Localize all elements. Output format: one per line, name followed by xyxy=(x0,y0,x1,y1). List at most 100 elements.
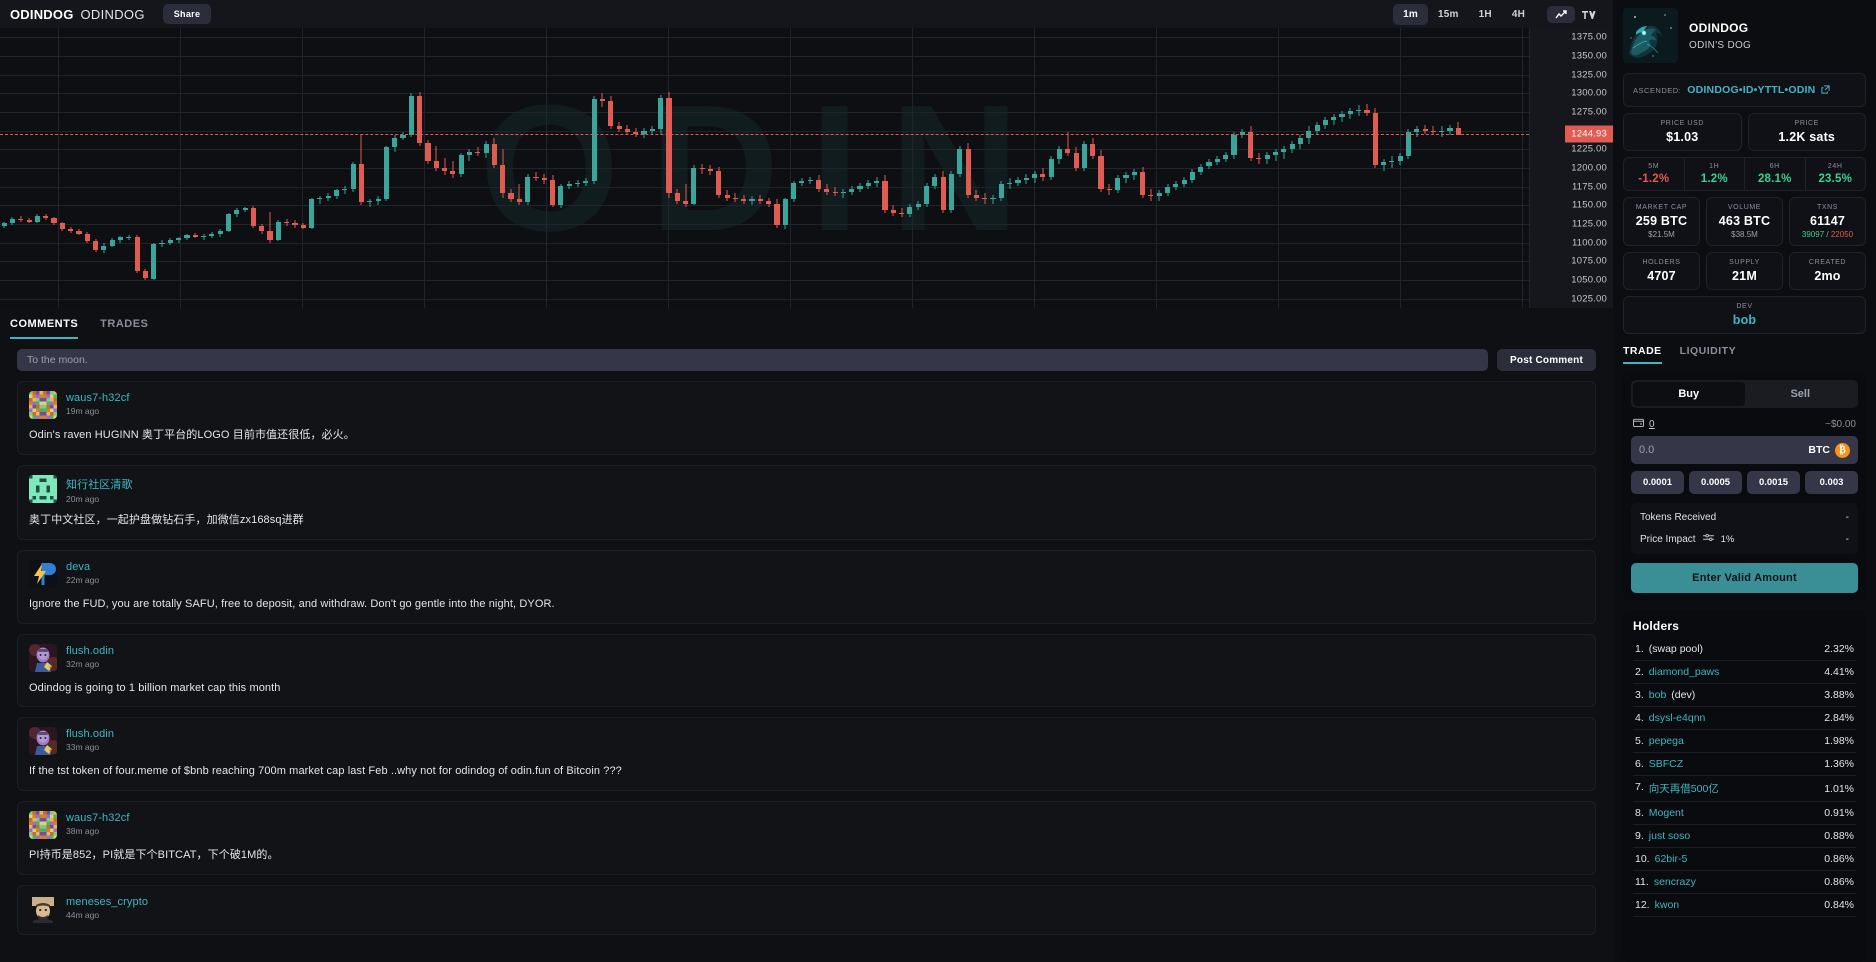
holder-percent: 2.32% xyxy=(1824,643,1854,655)
preset-0.0005[interactable]: 0.0005 xyxy=(1689,471,1742,494)
holder-row[interactable]: 4.dsysl-e4qnn2.84% xyxy=(1633,707,1856,730)
ascended-value[interactable]: ODINDOG•ID•YTTL•ODIN xyxy=(1687,84,1815,96)
balance-usd: ~$0.00 xyxy=(1825,419,1856,430)
holder-percent: 0.86% xyxy=(1824,876,1854,888)
holder-name[interactable]: Mogent xyxy=(1649,807,1684,819)
preset-0.0001[interactable]: 0.0001 xyxy=(1631,471,1684,494)
holder-name[interactable]: pepega xyxy=(1649,735,1684,747)
holder-row[interactable]: 12.kwon0.84% xyxy=(1633,894,1856,917)
holder-row[interactable]: 6.SBFCZ1.36% xyxy=(1633,753,1856,776)
sell-tab[interactable]: Sell xyxy=(1745,382,1857,406)
interval-1m[interactable]: 1m xyxy=(1393,4,1428,25)
holder-name[interactable]: bob xyxy=(1649,689,1667,701)
wallet-balance[interactable]: 0 xyxy=(1633,418,1655,430)
candle xyxy=(749,28,754,308)
candle xyxy=(367,28,372,308)
candle xyxy=(558,28,563,308)
avatar xyxy=(29,475,57,503)
comment-username[interactable]: waus7-h32cf xyxy=(66,392,129,404)
preset-0.003[interactable]: 0.003 xyxy=(1805,471,1858,494)
interval-15m[interactable]: 15m xyxy=(1428,4,1469,25)
chart-plot-area[interactable]: ODIN xyxy=(0,28,1529,308)
comment-meta: meneses_crypto44m ago xyxy=(66,895,148,920)
holder-row[interactable]: 8.Mogent0.91% xyxy=(1633,802,1856,825)
candle xyxy=(425,28,430,308)
stat-created: CREATED 2mo xyxy=(1789,252,1866,290)
holder-row[interactable]: 7.向天再借500亿1.01% xyxy=(1633,776,1856,802)
price-tick: 1225.00 xyxy=(1571,144,1607,155)
candle xyxy=(276,28,281,308)
comment-header: flush.odin33m ago xyxy=(29,727,1584,755)
currency-selector[interactable]: BTC ₿ xyxy=(1808,443,1850,458)
holder-name[interactable]: dsysl-e4qnn xyxy=(1649,712,1706,724)
comment-username[interactable]: deva xyxy=(66,561,99,573)
ascended-row[interactable]: ASCENDED: ODINDOG•ID•YTTL•ODIN xyxy=(1623,73,1866,107)
submit-trade-button[interactable]: Enter Valid Amount xyxy=(1631,563,1858,593)
candle xyxy=(226,28,231,308)
external-link-icon[interactable] xyxy=(1821,81,1830,99)
candle xyxy=(118,28,123,308)
holder-name[interactable]: 62bir-5 xyxy=(1655,853,1688,865)
candle xyxy=(833,28,838,308)
tab-comments[interactable]: COMMENTS xyxy=(10,318,78,339)
holder-name[interactable]: diamond_paws xyxy=(1649,666,1720,678)
comments-list[interactable]: waus7-h32cf19m agoOdin's raven HUGINN 奥丁… xyxy=(0,381,1613,962)
holder-name[interactable]: 向天再借500亿 xyxy=(1649,781,1719,796)
candle xyxy=(974,28,979,308)
candle xyxy=(259,28,264,308)
comment-username[interactable]: flush.odin xyxy=(66,728,114,740)
candle xyxy=(1015,28,1020,308)
holders-panel: Holders 1.(swap pool)2.32%2.diamond_paws… xyxy=(1623,610,1866,962)
buy-tab[interactable]: Buy xyxy=(1633,382,1745,406)
dev-name[interactable]: bob xyxy=(1628,313,1861,327)
line-chart-icon[interactable] xyxy=(1547,6,1575,23)
interval-4H[interactable]: 4H xyxy=(1502,4,1535,25)
candle xyxy=(1389,28,1394,308)
comment-username[interactable]: meneses_crypto xyxy=(66,896,148,908)
holder-name[interactable]: kwon xyxy=(1655,899,1680,911)
comment-username[interactable]: waus7-h32cf xyxy=(66,812,129,824)
candle xyxy=(126,28,131,308)
amount-input[interactable]: 0.0 xyxy=(1639,444,1654,456)
candle xyxy=(666,28,671,308)
holder-percent: 1.36% xyxy=(1824,758,1854,770)
panel-tab-liquidity[interactable]: LIQUIDITY xyxy=(1680,345,1736,364)
share-button[interactable]: Share xyxy=(163,4,212,24)
post-comment-button[interactable]: Post Comment xyxy=(1497,349,1596,371)
tab-trades[interactable]: TRADES xyxy=(100,318,148,339)
holder-row[interactable]: 5.pepega1.98% xyxy=(1633,730,1856,753)
holder-name[interactable]: just soso xyxy=(1649,830,1690,842)
price-tick: 1100.00 xyxy=(1572,237,1607,248)
trade-summary: Tokens Received - Price Impact 1% - xyxy=(1631,503,1858,554)
amount-input-box[interactable]: 0.0 BTC ₿ xyxy=(1631,436,1858,464)
comment-username[interactable]: 知行社区清歌 xyxy=(66,476,133,492)
balance-value[interactable]: 0 xyxy=(1649,419,1655,430)
candle xyxy=(342,28,347,308)
holder-row[interactable]: 11.sencrazy0.86% xyxy=(1633,871,1856,894)
sliders-icon[interactable] xyxy=(1703,533,1714,545)
preset-0.0015[interactable]: 0.0015 xyxy=(1747,471,1800,494)
holder-row[interactable]: 1.(swap pool)2.32% xyxy=(1633,638,1856,661)
holder-rank: 10. xyxy=(1635,853,1650,865)
avatar xyxy=(29,811,57,839)
price-axis[interactable]: 1375.001350.001325.001300.001275.001250.… xyxy=(1529,28,1613,308)
comment-username[interactable]: flush.odin xyxy=(66,645,114,657)
slippage-value[interactable]: 1% xyxy=(1721,534,1735,545)
holder-name[interactable]: SBFCZ xyxy=(1649,758,1683,770)
holder-row[interactable]: 3.bob(dev)3.88% xyxy=(1633,684,1856,707)
panel-tab-trade[interactable]: TRADE xyxy=(1623,345,1662,364)
candle xyxy=(1065,28,1070,308)
holder-name[interactable]: sencrazy xyxy=(1654,876,1696,888)
holder-row[interactable]: 9.just soso0.88% xyxy=(1633,825,1856,848)
holder-row[interactable]: 10.62bir-50.86% xyxy=(1633,848,1856,871)
holder-identity: 3.bob(dev) xyxy=(1635,689,1695,701)
token-name: ODINDOG xyxy=(81,7,145,22)
holder-row[interactable]: 2.diamond_paws4.41% xyxy=(1633,661,1856,684)
price-chart[interactable]: ODIN 1375.001350.001325.001300.001275.00… xyxy=(0,28,1613,308)
candle xyxy=(417,28,422,308)
comment-input[interactable] xyxy=(17,349,1488,371)
candle xyxy=(27,28,32,308)
tradingview-icon[interactable] xyxy=(1575,6,1603,23)
candle xyxy=(899,28,904,308)
interval-1H[interactable]: 1H xyxy=(1469,4,1502,25)
